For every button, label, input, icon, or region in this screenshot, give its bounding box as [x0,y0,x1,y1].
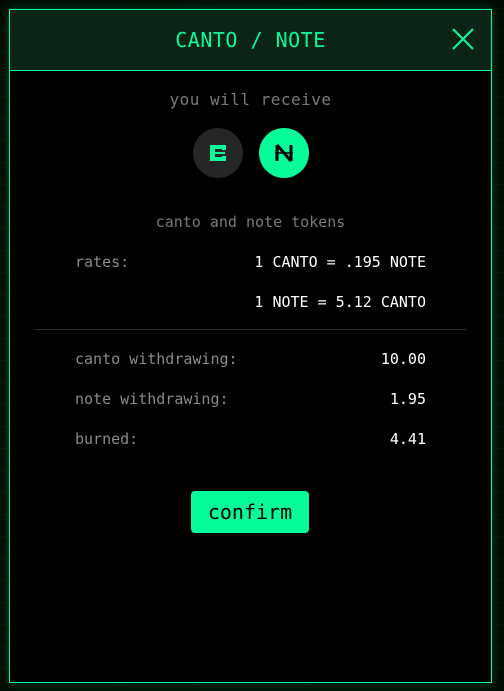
close-icon[interactable] [451,27,475,51]
note-withdrawing-label: note withdrawing: [75,390,229,408]
modal-title: CANTO / NOTE [175,28,326,52]
note-token-icon [258,128,309,178]
confirm-button[interactable]: confirm [191,491,309,533]
canto-withdrawing-value: 10.00 [380,350,426,368]
rates-row-2: 1 NOTE = 5.12 CANTO [75,292,426,312]
rates-label: rates: [75,253,130,271]
canto-withdrawing-row: canto withdrawing: 10.00 [75,349,426,369]
receive-subtitle: you will receive [169,90,332,109]
remove-liquidity-modal: CANTO / NOTE you will receive canto and … [9,9,492,683]
divider [34,329,467,330]
note-withdrawing-value: 1.95 [389,390,426,408]
canto-withdrawing-label: canto withdrawing: [75,350,238,368]
canto-token-icon [192,128,243,178]
burned-row: burned: 4.41 [75,429,426,449]
tokens-description: canto and note tokens [155,213,346,231]
burned-label: burned: [75,430,139,448]
modal-header: CANTO / NOTE [10,10,491,71]
rates-row: rates: 1 CANTO = .195 NOTE [75,252,426,272]
note-withdrawing-row: note withdrawing: 1.95 [75,389,426,409]
token-icons [10,128,491,178]
burned-value: 4.41 [389,430,426,448]
rate-note-canto: 1 NOTE = 5.12 CANTO [254,293,426,311]
rate-canto-note: 1 CANTO = .195 NOTE [254,253,426,271]
